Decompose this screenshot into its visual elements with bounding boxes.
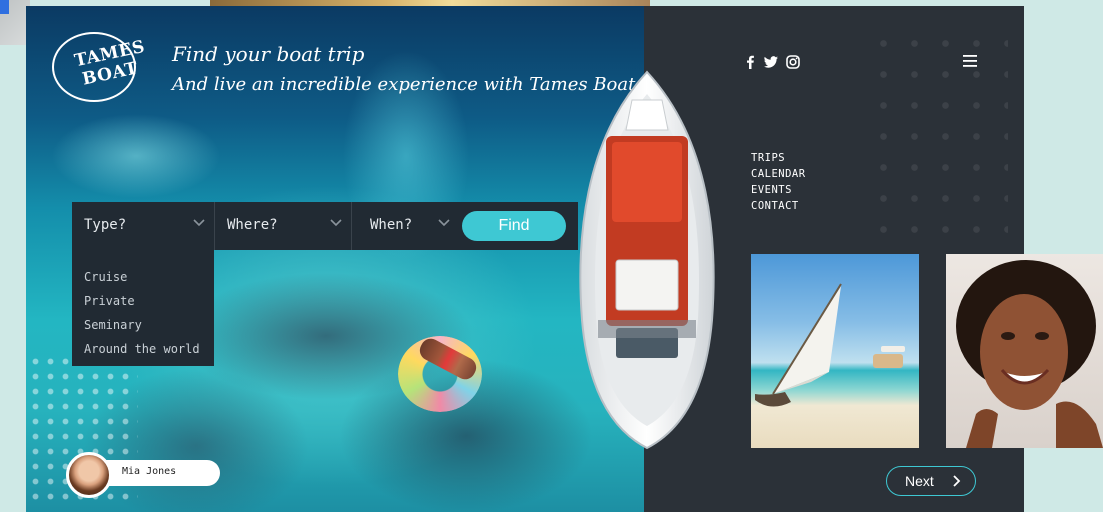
boat-image	[579, 70, 715, 450]
chevron-down-icon	[193, 219, 205, 227]
chevron-down-icon	[438, 219, 450, 227]
avatar[interactable]	[66, 452, 112, 498]
hamburger-menu-icon[interactable]	[962, 54, 978, 68]
hero-tagline: Find your boat trip	[172, 42, 365, 66]
portrait-thumbnail[interactable]	[946, 254, 1103, 448]
smiling-woman-image	[956, 260, 1103, 448]
find-button[interactable]: Find	[462, 211, 566, 241]
nav-link-contact[interactable]: CONTACT	[751, 200, 799, 212]
facebook-icon[interactable]	[742, 54, 758, 70]
search-bar: Type? Where? When? Find	[72, 202, 578, 250]
sailboat-image	[755, 283, 905, 407]
next-button-label: Next	[905, 473, 934, 489]
type-select[interactable]: Type?	[72, 202, 214, 250]
instagram-icon[interactable]	[785, 54, 801, 70]
dropdown-option-private[interactable]: Private	[84, 294, 135, 308]
dropdown-option-seminary[interactable]: Seminary	[84, 318, 142, 332]
chevron-right-icon	[953, 475, 961, 487]
type-dropdown-menu: Cruise Private Seminary Around the world	[72, 250, 214, 366]
beach-sailboat-thumbnail[interactable]	[751, 254, 919, 448]
nav-link-trips[interactable]: TRIPS	[751, 152, 785, 164]
hero-ocean-photo: TAMES BOAT Find your boat trip And live …	[26, 6, 644, 512]
nav-link-events[interactable]: EVENTS	[751, 184, 792, 196]
dropdown-option-cruise[interactable]: Cruise	[84, 270, 127, 284]
when-select[interactable]: When?	[351, 202, 459, 250]
profile-name: Mia Jones	[122, 466, 177, 477]
type-select-label: Type?	[84, 217, 127, 233]
where-select-label: Where?	[227, 217, 278, 233]
twitter-icon[interactable]	[763, 54, 779, 70]
next-button[interactable]: Next	[886, 466, 976, 496]
nav-link-calendar[interactable]: CALENDAR	[751, 168, 806, 180]
chevron-down-icon	[330, 219, 342, 227]
background-accent-fragment	[0, 0, 9, 14]
dropdown-option-around-the-world[interactable]: Around the world	[84, 342, 200, 356]
where-select[interactable]: Where?	[214, 202, 351, 250]
dot-pattern	[868, 28, 1008, 238]
when-select-label: When?	[370, 217, 413, 233]
hero-subtagline: And live an incredible experience with T…	[172, 74, 642, 95]
